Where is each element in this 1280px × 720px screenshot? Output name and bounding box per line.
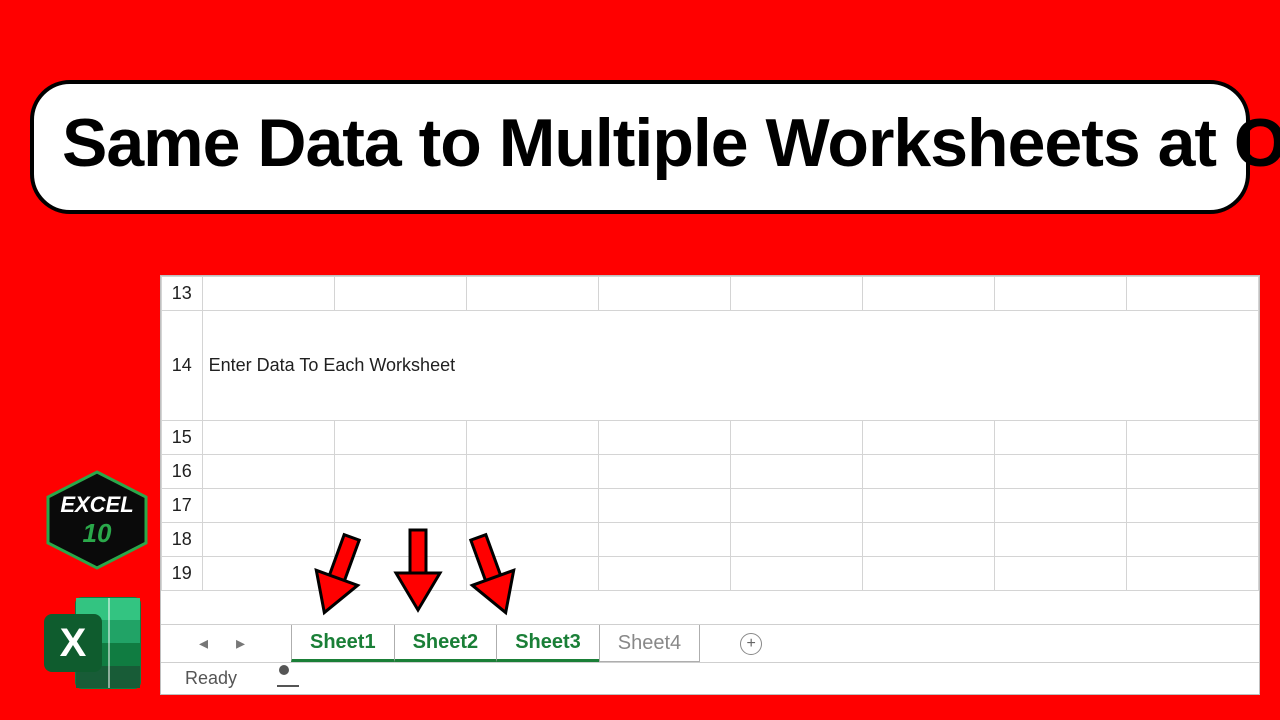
tab-label: Sheet1 [310,631,376,654]
tab-sheet4[interactable]: Sheet4 [599,625,700,662]
tab-sheet2[interactable]: Sheet2 [394,625,498,662]
table-row[interactable]: 14 Enter Data To Each Worksheet [162,311,1259,421]
next-sheet-icon[interactable]: ▸ [236,633,245,654]
svg-text:EXCEL: EXCEL [60,492,133,517]
ms-excel-logo: X [38,590,148,695]
row-header[interactable]: 16 [162,455,203,489]
page-title: Same Data to Multiple Worksheets at Once [62,104,1218,182]
row-header[interactable]: 13 [162,277,203,311]
svg-text:X: X [60,621,87,665]
table-row[interactable]: 16 [162,455,1259,489]
table-row[interactable]: 15 [162,421,1259,455]
tab-sheet3[interactable]: Sheet3 [496,625,600,662]
prev-sheet-icon[interactable]: ◂ [199,633,208,654]
tab-sheet1[interactable]: Sheet1 [291,625,395,662]
cell-content[interactable]: Enter Data To Each Worksheet [202,311,1258,421]
plus-icon: + [740,633,762,655]
status-text: Ready [185,668,237,689]
macro-record-icon[interactable] [277,671,299,687]
row-header[interactable]: 14 [162,311,203,421]
row-header[interactable]: 19 [162,557,203,591]
excel-window: 13 14 Enter Data To Each Worksheet 15 16… [160,275,1260,695]
table-row[interactable]: 17 [162,489,1259,523]
svg-text:10: 10 [83,518,112,548]
add-sheet-button[interactable]: + [729,625,773,662]
tab-label: Sheet2 [413,631,479,654]
tab-label: Sheet4 [618,632,681,655]
table-row[interactable]: 13 [162,277,1259,311]
status-bar: Ready [161,662,1259,694]
arrow-icon [388,525,448,615]
title-banner: Same Data to Multiple Worksheets at Once [30,80,1250,214]
row-header[interactable]: 17 [162,489,203,523]
tab-nav: ◂ ▸ [161,625,291,662]
sheet-tab-bar: ◂ ▸ Sheet1 Sheet2 Sheet3 Sheet4 + [161,624,1259,662]
excel10-logo: EXCEL 10 [42,470,152,570]
row-header[interactable]: 15 [162,421,203,455]
row-header[interactable]: 18 [162,523,203,557]
tab-label: Sheet3 [515,631,581,654]
